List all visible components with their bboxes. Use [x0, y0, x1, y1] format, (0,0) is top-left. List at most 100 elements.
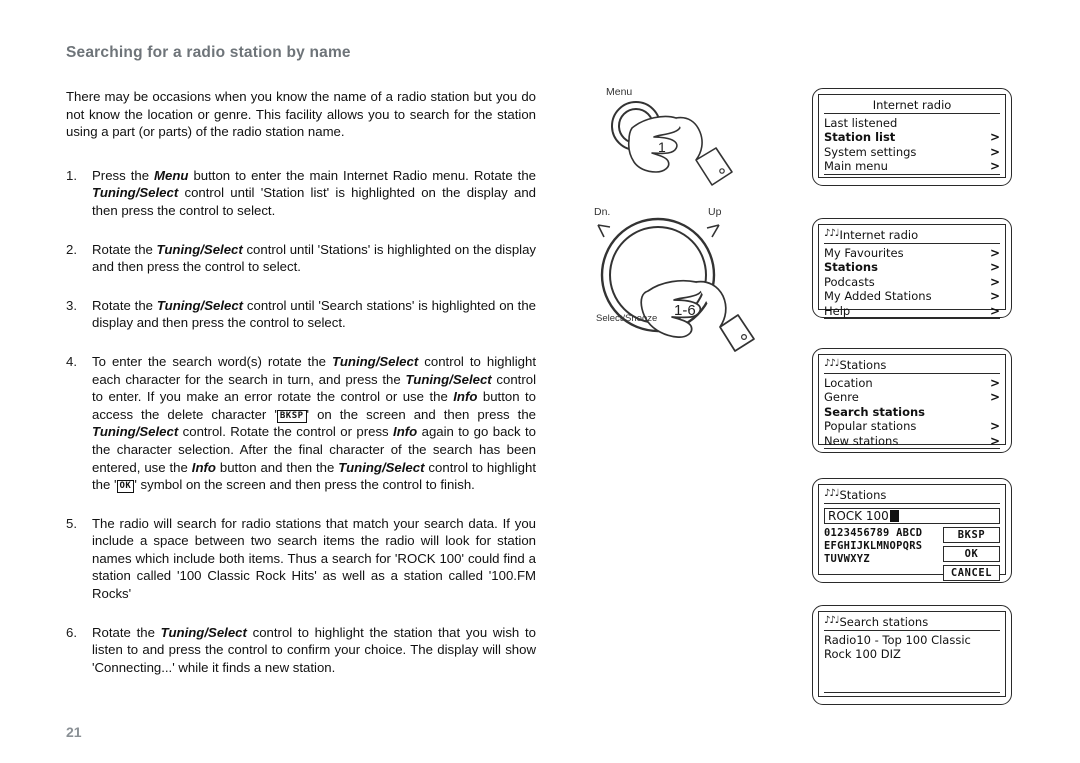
search-result-line[interactable]: Radio10 - Top 100 Classic [824, 633, 1000, 647]
lcd-menu-label: Stations [824, 260, 878, 275]
control-name: Tuning/Select [92, 424, 179, 440]
page-number: 21 [66, 724, 82, 740]
search-input-value: ROCK 100 [828, 509, 889, 523]
lcd-header-title: Stations [839, 358, 887, 372]
lcd-menu-label: Podcasts [824, 274, 875, 289]
control-name: Tuning/Select [156, 297, 244, 313]
lcd-menu-item[interactable]: Genre > [824, 390, 1000, 404]
knob-label-up: Up [708, 206, 722, 218]
control-name: Tuning/Select [332, 353, 419, 369]
lcd-menu-label: Popular stations [824, 419, 917, 434]
lcd-screen-station-list-menu: ♪♪♩ Internet radio My Favourites > Stations >… [812, 218, 1012, 320]
step-text-run: Press the [92, 167, 155, 183]
lcd-menu-item[interactable]: New stations > [824, 434, 1000, 448]
menu-button-illustration: 1 Menu [596, 86, 766, 203]
knob-label-select: Select/Snooze [596, 313, 658, 324]
lcd-header-title: Internet radio [839, 228, 919, 242]
lcd-menu-item[interactable]: Location > [824, 376, 1000, 390]
control-name: Tuning/Select [156, 241, 243, 257]
character-row[interactable]: 0123456789 ABCD [824, 527, 939, 540]
lcd-inner-frame: ♪♪♩ Stations ROCK 100 0123456789 ABCD EFGHIJ… [818, 484, 1006, 581]
step-text-run: button and then the [215, 459, 339, 475]
lcd-menu-item[interactable]: Popular stations > [824, 419, 1000, 433]
step-text-run: Rotate the [92, 297, 157, 313]
bksp-button[interactable]: BKSP [943, 527, 1000, 543]
lcd-menu-item[interactable]: Help > [824, 304, 1000, 318]
lcd-menu-item[interactable]: Last listened [824, 116, 1000, 130]
step-number: 5. [66, 515, 77, 531]
chevron-right-icon: > [989, 274, 1000, 289]
step-item: 4. To enter the search word(s) rotate the… [66, 353, 536, 494]
cancel-button[interactable]: CANCEL [943, 565, 1000, 581]
step-number: 4. [66, 353, 77, 369]
step-text: Rotate the Tuning/Select control until '… [92, 297, 536, 332]
lcd-menu-item[interactable]: Stations > [824, 260, 1000, 274]
search-result-line[interactable]: Rock 100 DIZ [824, 647, 1000, 661]
lcd-header-title: Stations [839, 488, 887, 502]
manual-page: Searching for a radio station by name Th… [0, 0, 1080, 763]
lcd-menu-item[interactable]: Main menu > [824, 159, 1000, 173]
chevron-right-icon: > [989, 376, 1000, 390]
lcd-key-glyph: OK [116, 480, 135, 494]
lcd-menu-item[interactable]: Search stations [824, 405, 1000, 419]
step-number: 1. [66, 167, 77, 183]
chevron-right-icon: > [989, 130, 1000, 145]
control-name: Menu [154, 167, 189, 183]
keyboard-body: 0123456789 ABCD EFGHIJKLMNOPQRS TUVWXYZ BKS… [824, 527, 1000, 581]
step-text-run: ' symbol on the screen and then press th… [134, 477, 475, 493]
lcd-bottom-divider [824, 318, 1000, 320]
lcd-header-title: Internet radio [872, 98, 952, 112]
step-text-run: ' on the screen and then press the [306, 406, 537, 422]
lcd-menu-item[interactable]: My Favourites > [824, 246, 1000, 260]
step-number: 3. [66, 297, 77, 313]
character-row[interactable]: TUVWXYZ [824, 553, 939, 566]
search-input[interactable]: ROCK 100 [824, 508, 1000, 524]
chevron-right-icon: > [989, 390, 1000, 405]
lcd-menu-item[interactable]: My Added Stations > [824, 289, 1000, 303]
music-note-icon: ♪♪♩ [824, 615, 840, 626]
chevron-right-icon: > [989, 144, 1000, 159]
lcd-inner-frame: ♪♪♩ Search stations Radio10 - Top 100 Clas… [818, 611, 1006, 697]
lcd-menu-item[interactable]: Station list > [824, 130, 1000, 144]
control-name: Tuning/Select [405, 371, 492, 387]
lcd-menu-label: My Favourites [824, 246, 904, 260]
step-text-run: Rotate the [92, 241, 157, 257]
intro-paragraph: There may be occasions when you know the… [66, 89, 536, 140]
step-item: 6. Rotate the Tuning/Select control to hi… [66, 624, 536, 677]
control-name: Tuning/Select [338, 459, 425, 475]
character-grid[interactable]: 0123456789 ABCD EFGHIJKLMNOPQRS TUVWXYZ [824, 527, 939, 581]
chevron-right-icon: > [989, 260, 1000, 275]
character-row[interactable]: EFGHIJKLMNOPQRS [824, 540, 939, 553]
lcd-menu-item[interactable]: Podcasts > [824, 275, 1000, 289]
lcd-screen-search-results: ♪♪♩ Search stations Radio10 - Top 100 Clas… [812, 605, 1012, 705]
step-text: Rotate the Tuning/Select control to high… [92, 624, 536, 677]
step-item: 1. Press the Menu button to enter the mai… [66, 167, 536, 220]
lcd-menu-label: Main menu [824, 159, 888, 174]
control-name: Info [453, 389, 478, 405]
step-text-run: The radio will search for radio stations… [92, 515, 536, 602]
lcd-menu-label: Location [824, 376, 873, 390]
step-item: 2. Rotate the Tuning/Select control until… [66, 241, 536, 276]
control-name: Info [393, 424, 418, 440]
step-text: The radio will search for radio stations… [92, 515, 536, 603]
control-name: Tuning/Select [160, 624, 247, 640]
text-cursor [889, 510, 899, 522]
ok-button[interactable]: OK [943, 546, 1000, 562]
lcd-screen-search-keyboard: ♪♪♩ Stations ROCK 100 0123456789 ABCD EFGHIJ… [812, 478, 1012, 583]
lcd-menu-item[interactable]: System settings > [824, 145, 1000, 159]
step-item: 5. The radio will search for radio statio… [66, 515, 536, 603]
lcd-inner-frame: ♪♪♩ Internet radio My Favourites > Stations >… [818, 224, 1006, 320]
lcd-bottom-divider [824, 692, 1000, 693]
control-name: Info [191, 459, 216, 475]
lcd-header: ♪♪♩ Internet radio [824, 228, 1000, 244]
lcd-bottom-divider [824, 173, 1000, 175]
hand-rotating-knob-icon: 1-6 [597, 217, 755, 352]
lcd-key-glyph: BKSP [276, 409, 307, 423]
content-column: Searching for a radio station by name Th… [66, 44, 536, 697]
lcd-screen-internet-radio-menu: Internet radio Last listened Station list >… [812, 88, 1012, 186]
step-text: To enter the search word(s) rotate the T… [92, 353, 536, 494]
keyboard-buttons: BKSP OK CANCEL [943, 527, 1000, 581]
knob-step-ref: 1-6 [674, 302, 696, 319]
tuning-knob-illustration: 1-6 Dn. Up Select/Snooze [578, 203, 768, 353]
lcd-bottom-divider [824, 448, 1000, 450]
